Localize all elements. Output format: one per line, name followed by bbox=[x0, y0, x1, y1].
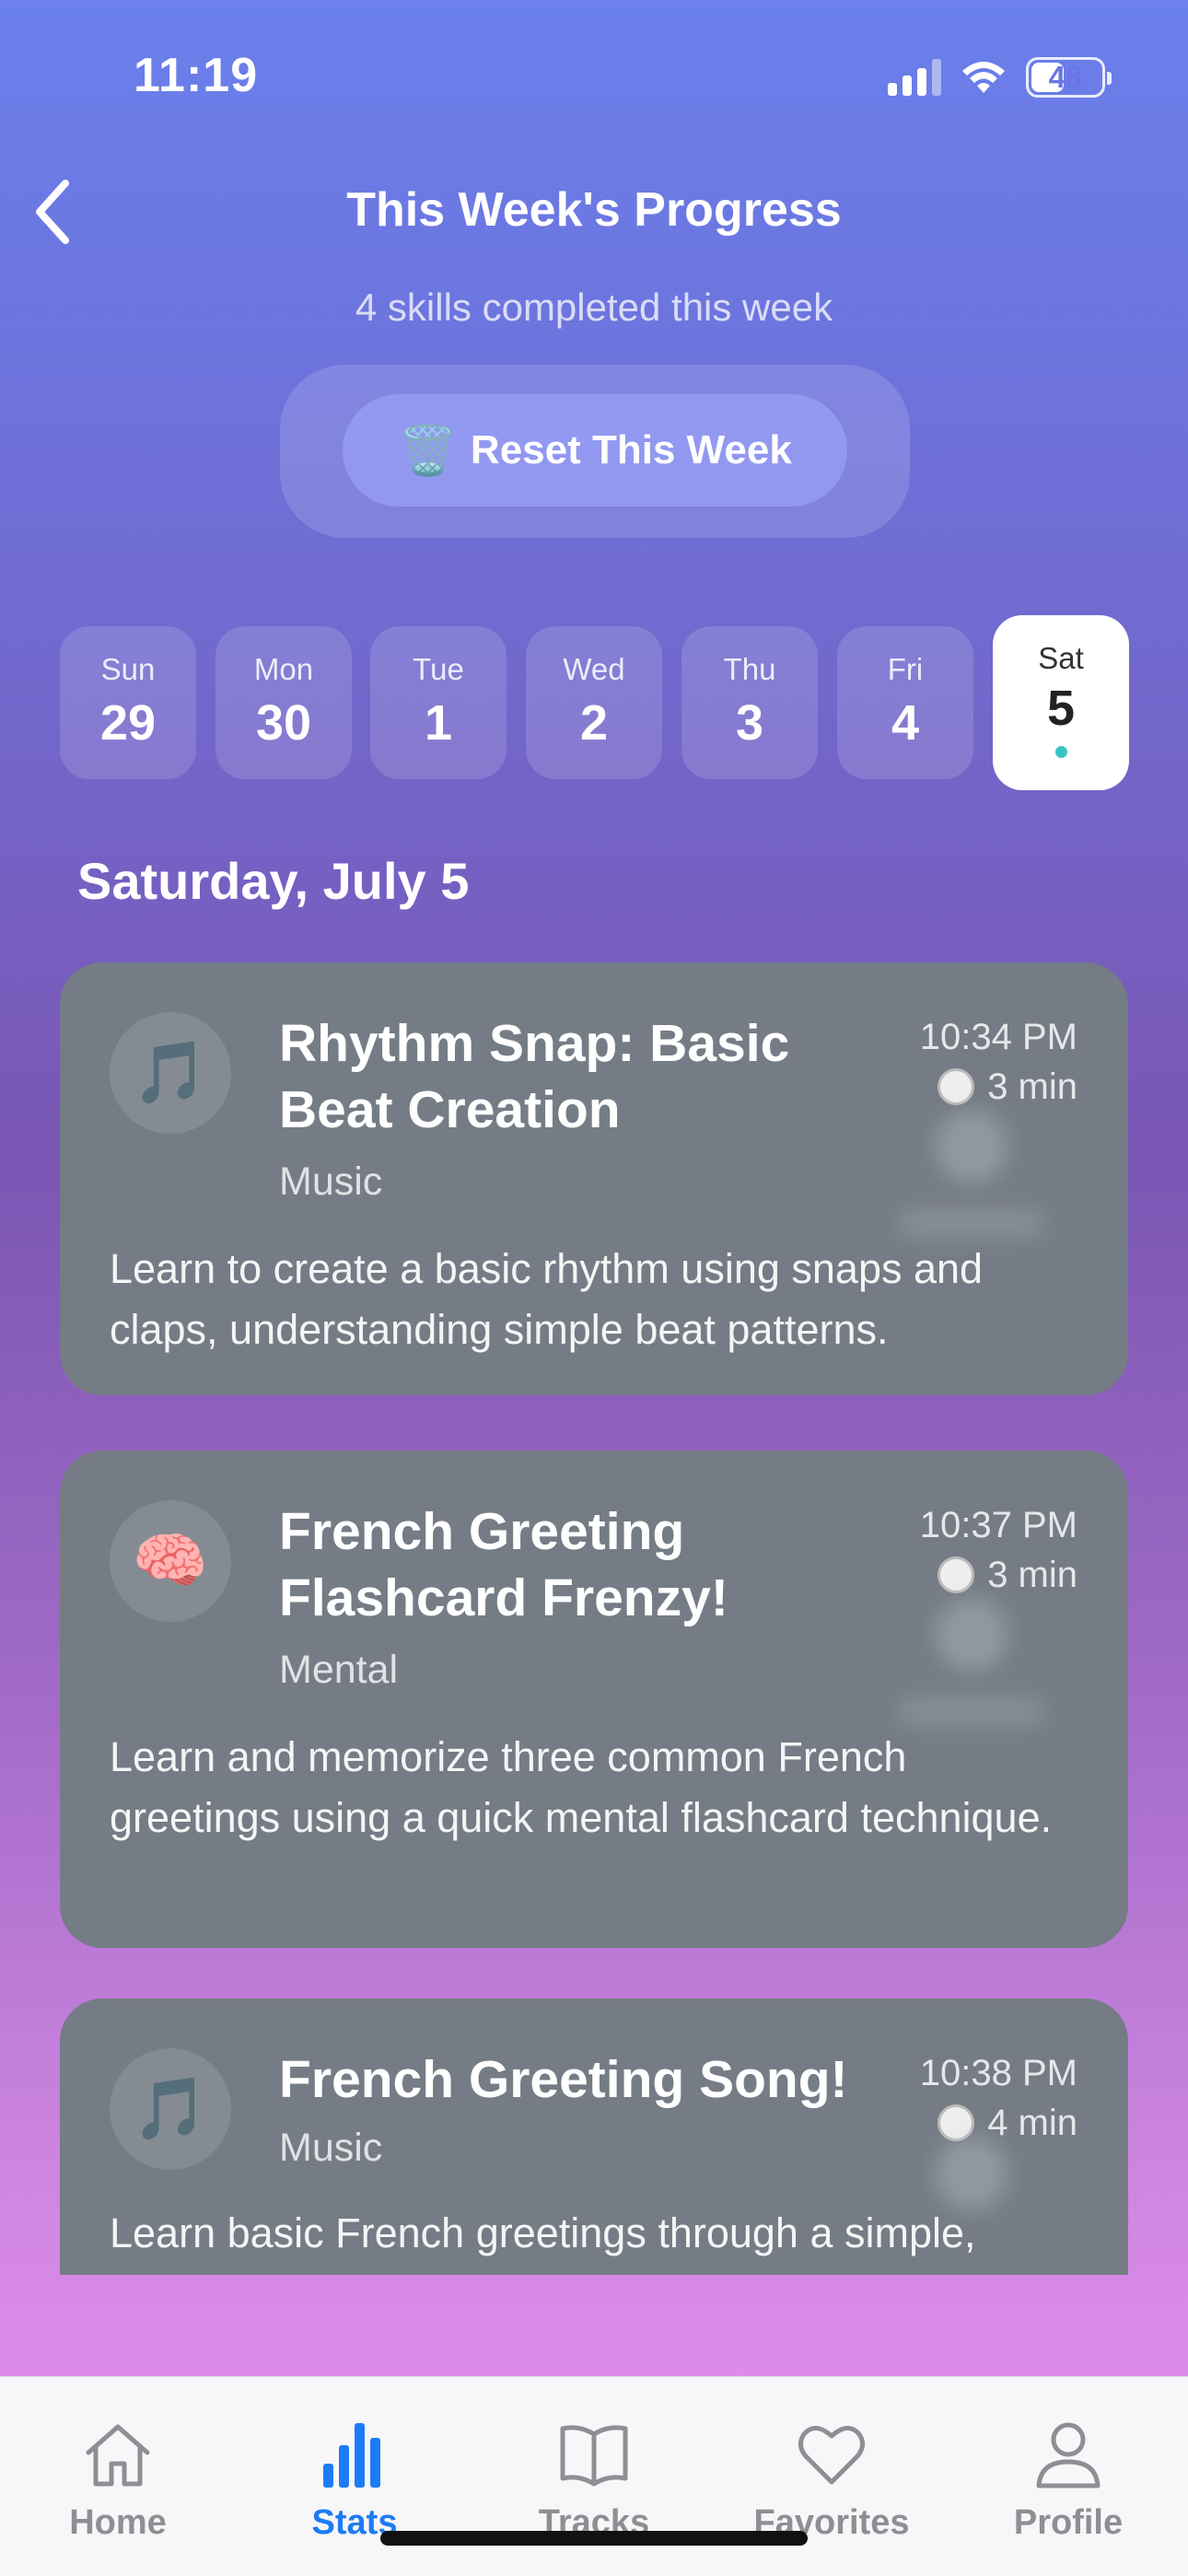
skill-description: Learn basic French greetings through a s… bbox=[110, 2209, 976, 2256]
stopwatch-icon bbox=[938, 1556, 975, 1593]
heart-icon bbox=[798, 2426, 865, 2485]
day-thu[interactable]: Thu 3 bbox=[681, 626, 818, 779]
page-subtitle: 4 skills completed this week bbox=[355, 286, 833, 329]
day-name: Mon bbox=[253, 652, 314, 686]
day-fri[interactable]: Fri 4 bbox=[837, 626, 973, 779]
skill-card[interactable]: 🎵 French Greeting Song! Music 10:38 PM 4… bbox=[60, 1999, 1128, 2275]
person-icon bbox=[1036, 2422, 1101, 2489]
activity-dot bbox=[1054, 746, 1067, 758]
day-name: Sat bbox=[1038, 641, 1084, 675]
skill-category: Music bbox=[279, 1160, 383, 1204]
house-icon bbox=[86, 2424, 150, 2487]
skill-description: Learn to create a basic rhythm using sna… bbox=[110, 1245, 984, 1353]
tab-favorites[interactable]: Favorites bbox=[730, 2418, 933, 2543]
skill-category: Mental bbox=[279, 1648, 399, 1692]
stopwatch-icon bbox=[938, 2104, 975, 2141]
book-icon bbox=[560, 2425, 628, 2487]
skill-time: 10:37 PM bbox=[919, 1505, 1077, 1545]
day-name: Thu bbox=[723, 652, 776, 686]
day-number: 30 bbox=[255, 695, 312, 751]
reset-week-label: Reset This Week bbox=[470, 427, 792, 472]
skill-time-block: 10:38 PM 4 min bbox=[920, 2048, 1077, 2148]
skills-list[interactable]: 🎵 Rhythm Snap: Basic Beat Creation Music… bbox=[0, 958, 1188, 2275]
tab-home[interactable]: Home bbox=[17, 2418, 219, 2543]
music-note-icon: 🎵 bbox=[110, 2048, 231, 2170]
skill-duration: 4 min bbox=[987, 2103, 1077, 2143]
day-name: Fri bbox=[887, 652, 924, 686]
blurred-decoration bbox=[935, 1110, 1008, 1183]
bar-chart-icon bbox=[323, 2423, 380, 2488]
battery-icon: 48 bbox=[1026, 57, 1112, 98]
tab-tracks[interactable]: Tracks bbox=[493, 2418, 695, 2543]
day-number: 29 bbox=[99, 695, 157, 751]
skill-description: Learn and memorize three common French g… bbox=[110, 1733, 1053, 1841]
selected-date-heading: Saturday, July 5 bbox=[77, 852, 470, 910]
skill-title: French Greeting Flashcard Frenzy! bbox=[279, 1502, 728, 1627]
day-number: 5 bbox=[1046, 681, 1076, 736]
tab-label: Home bbox=[69, 2503, 167, 2542]
day-sat[interactable]: Sat 5 bbox=[993, 615, 1129, 790]
day-selector: Sun 29 Mon 30 Tue 1 Wed 2 Thu 3 Fri 4 Sa… bbox=[60, 615, 1129, 790]
music-note-icon: 🎵 bbox=[110, 1012, 231, 1134]
skill-time-block: 10:37 PM 3 min bbox=[920, 1500, 1077, 1600]
day-number: 3 bbox=[735, 695, 764, 751]
cellular-signal-icon bbox=[888, 59, 941, 96]
home-indicator bbox=[380, 2531, 808, 2546]
day-name: Wed bbox=[563, 652, 625, 686]
blurred-decoration bbox=[935, 2137, 1008, 2210]
reset-container: 🗑️ Reset This Week bbox=[280, 365, 910, 538]
battery-level: 48 bbox=[1048, 60, 1083, 94]
reset-week-button[interactable]: 🗑️ Reset This Week bbox=[343, 394, 847, 507]
skill-time-block: 10:34 PM 3 min bbox=[920, 1012, 1077, 1112]
blurred-decoration bbox=[935, 1598, 1008, 1672]
skill-duration: 3 min bbox=[987, 1555, 1077, 1595]
skill-card[interactable]: 🎵 Rhythm Snap: Basic Beat Creation Music… bbox=[60, 962, 1128, 1395]
day-sun[interactable]: Sun 29 bbox=[60, 626, 196, 779]
skill-title: Rhythm Snap: Basic Beat Creation bbox=[279, 1014, 790, 1139]
skill-time: 10:34 PM bbox=[919, 1017, 1077, 1057]
trash-icon: 🗑️ bbox=[398, 424, 458, 478]
day-number: 2 bbox=[579, 695, 609, 751]
day-number: 4 bbox=[891, 695, 920, 751]
status-time: 11:19 bbox=[134, 49, 259, 102]
status-icons: 48 bbox=[888, 57, 1112, 98]
day-number: 1 bbox=[424, 695, 453, 751]
day-mon[interactable]: Mon 30 bbox=[215, 626, 352, 779]
day-name: Sun bbox=[100, 652, 156, 686]
blurred-decoration bbox=[898, 1697, 1045, 1725]
skill-category: Music bbox=[279, 2126, 383, 2170]
tab-label: Profile bbox=[1013, 2503, 1124, 2542]
skill-duration: 3 min bbox=[987, 1067, 1077, 1107]
day-wed[interactable]: Wed 2 bbox=[526, 626, 662, 779]
tab-bar: Home Stats Tracks Favorites Profile bbox=[0, 2376, 1188, 2576]
stopwatch-icon bbox=[938, 1068, 975, 1105]
blurred-decoration bbox=[898, 1209, 1045, 1237]
skill-title: French Greeting Song! bbox=[279, 2050, 848, 2109]
page-title: This Week's Progress bbox=[346, 183, 842, 237]
tab-stats[interactable]: Stats bbox=[253, 2418, 456, 2543]
brain-icon: 🧠 bbox=[110, 1500, 231, 1622]
wifi-icon bbox=[962, 62, 1005, 93]
day-name: Tue bbox=[413, 652, 464, 686]
day-tue[interactable]: Tue 1 bbox=[370, 626, 507, 779]
skill-card[interactable]: 🧠 French Greeting Flashcard Frenzy! Ment… bbox=[60, 1451, 1128, 1948]
skill-time: 10:38 PM bbox=[919, 2053, 1077, 2093]
tab-profile[interactable]: Profile bbox=[967, 2418, 1170, 2543]
